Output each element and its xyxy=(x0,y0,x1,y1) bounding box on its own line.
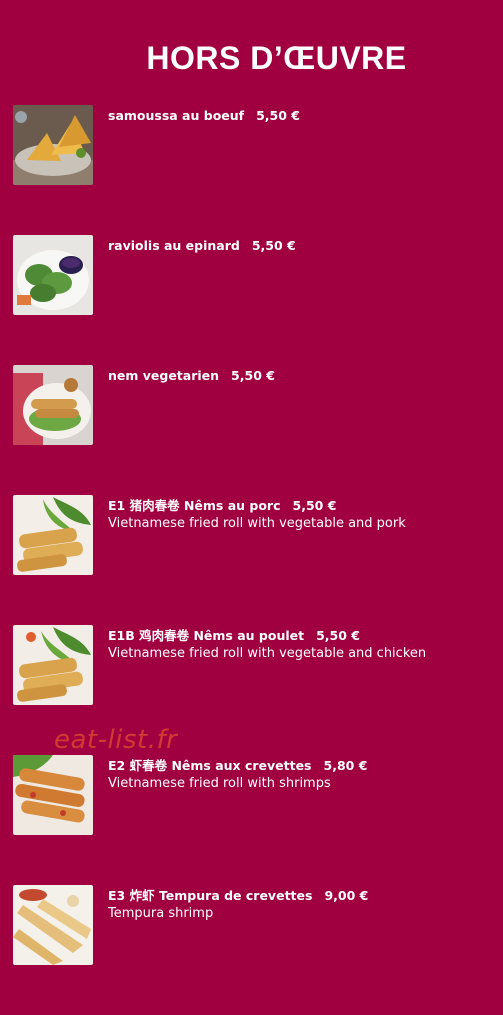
item-description: Tempura shrimp xyxy=(108,906,214,921)
menu-item-samoussa[interactable]: samoussa au boeuf 5,50 € xyxy=(13,105,493,235)
page-title: HORS D’ŒUVRE xyxy=(146,40,407,76)
item-price: 5,50 € xyxy=(231,368,275,383)
spinach-dumplings-photo xyxy=(13,235,93,315)
item-price: 5,50 € xyxy=(251,238,296,253)
item-name: E1 猪肉春卷 Nêms au porc xyxy=(108,498,281,513)
item-name: E2 虾春卷 Nêms aux crevettes xyxy=(108,758,312,773)
item-name: samoussa au boeuf xyxy=(108,108,245,123)
item-name: raviolis au epinard xyxy=(108,238,240,253)
item-name: nem vegetarien xyxy=(108,368,220,383)
vegetarian-roll-photo xyxy=(13,365,93,445)
watermark: eat-list.fr xyxy=(54,725,178,755)
menu-item-tempura-crevettes[interactable]: E3 炸虾 Tempura de crevettes 9,00 € Tempura… xyxy=(13,885,493,1015)
item-description: Vietnamese fried roll with shrimps xyxy=(108,776,331,791)
menu-item-nems-porc[interactable]: E1 猪肉春卷 Nêms au porc 5,50 € Vietnamese fr… xyxy=(13,495,493,625)
item-price: 5,50 € xyxy=(316,628,360,643)
item-price: 5,80 € xyxy=(323,758,368,773)
item-description: Vietnamese fried roll with vegetable and… xyxy=(108,646,427,661)
menu-item-nem-vegetarien[interactable]: nem vegetarien 5,50 € xyxy=(13,365,493,495)
item-price: 5,50 € xyxy=(292,498,337,513)
menu-list: samoussa au boeuf 5,50 € raviolis au epin… xyxy=(13,105,493,1015)
shrimp-nem-photo xyxy=(13,755,93,835)
item-description: Vietnamese fried roll with vegetable and… xyxy=(108,516,406,531)
item-price: 5,50 € xyxy=(256,108,300,123)
shrimp-tempura-photo xyxy=(13,885,93,965)
samosa-photo xyxy=(13,105,93,185)
chicken-nem-photo xyxy=(13,625,93,705)
item-name: E1B 鸡肉春卷 Nêms au poulet xyxy=(108,628,305,643)
item-price: 9,00 € xyxy=(324,888,369,903)
pork-nem-photo xyxy=(13,495,93,575)
menu-item-nems-crevettes[interactable]: E2 虾春卷 Nêms aux crevettes 5,80 € Vietname… xyxy=(13,755,493,885)
item-name: E3 炸虾 Tempura de crevettes xyxy=(108,888,313,903)
menu-item-raviolis[interactable]: raviolis au epinard 5,50 € xyxy=(13,235,493,365)
